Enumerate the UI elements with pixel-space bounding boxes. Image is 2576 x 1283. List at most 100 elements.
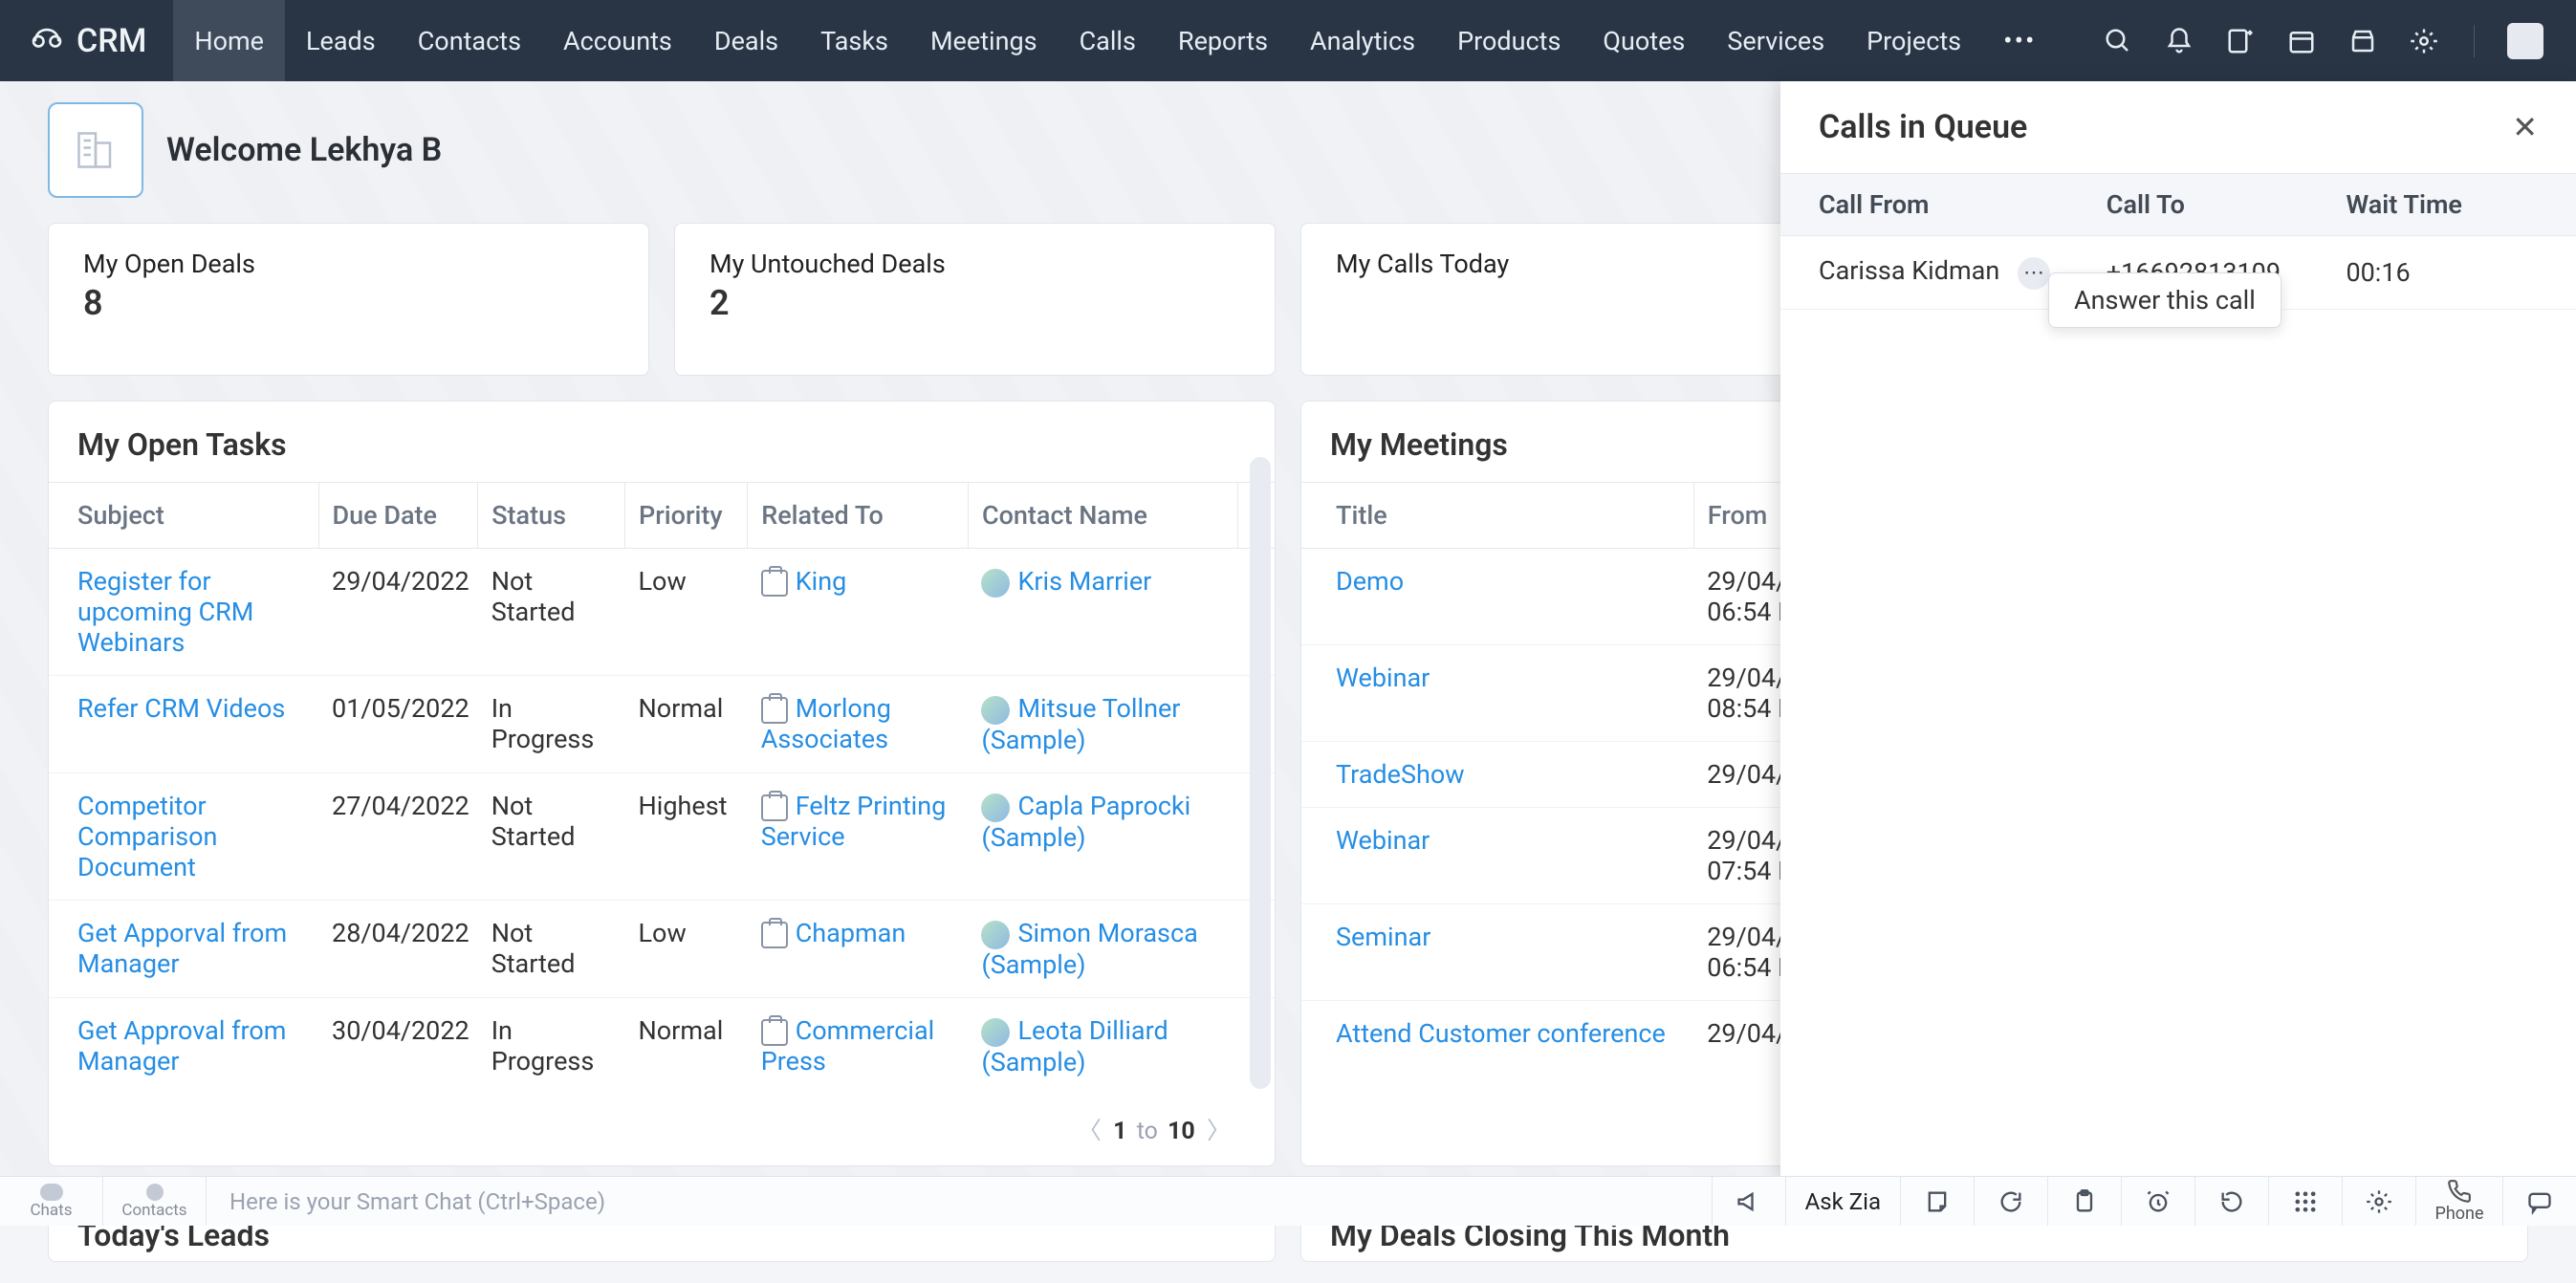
task-subject-link[interactable]: Register for upcoming CRM Webinars [77,566,253,658]
task-related: Morlong Associates [748,676,969,773]
contact-link[interactable]: Simon Morasca (Sample) [981,918,1197,980]
th-priority[interactable]: Priority [625,483,748,549]
nav-right [2101,23,2576,59]
task-priority: Normal [625,676,748,773]
nav-item-projects[interactable]: Projects [1845,0,1982,81]
th-related[interactable]: Related To [748,483,969,549]
qh-to: Call To [2107,189,2347,220]
related-link[interactable]: King [796,566,847,597]
refresh-icon[interactable] [1975,1177,2047,1226]
nav-item-contacts[interactable]: Contacts [397,0,542,81]
meeting-title-link[interactable]: Seminar [1336,922,1430,952]
task-subject-link[interactable]: Competitor Comparison Document [77,791,217,882]
meeting-title-link[interactable]: Webinar [1336,663,1430,693]
meeting-title-link[interactable]: Attend Customer conference [1336,1018,1666,1049]
account-icon [761,794,788,821]
nav-item-leads[interactable]: Leads [285,0,397,81]
alarm-icon[interactable] [2122,1177,2194,1226]
task-priority: Highest [625,772,748,900]
nav-overflow-button[interactable]: ••• [1982,0,2057,81]
table-row[interactable]: Refer CRM Videos01/05/2022In ProgressNor… [49,676,1275,773]
scrollbar[interactable] [1250,457,1271,1089]
table-row[interactable]: Get Approval from Manager 30/04/2022In Pr… [49,997,1275,1094]
apps-grid-icon[interactable] [2269,1177,2342,1226]
profile-avatar[interactable] [2507,23,2543,59]
close-icon[interactable]: ✕ [2512,109,2538,145]
table-row[interactable]: Competitor Comparison Document27/04/2022… [49,772,1275,900]
ask-zia-button[interactable]: Ask Zia [1786,1188,1900,1215]
table-row[interactable]: Register for upcoming CRM Webinars29/04/… [49,549,1275,676]
th-meet-title[interactable]: Title [1301,483,1693,549]
th-subject[interactable]: Subject [49,483,318,549]
th-due[interactable]: Due Date [318,483,478,549]
nav-item-quotes[interactable]: Quotes [1582,0,1706,81]
contact-link[interactable]: Kris Marrier [1017,566,1151,597]
stat-untouched-deals[interactable]: My Untouched Deals 2 [674,223,1276,376]
task-subject-link[interactable]: Refer CRM Videos [77,693,285,724]
pager: 〈 1 to 10 〉 [49,1095,1275,1146]
th-contact[interactable]: Contact Name [968,483,1237,549]
tasks-panel: My Open Tasks Subject Due Date Status Pr… [48,401,1276,1166]
account-icon [761,922,788,948]
task-due: 30/04/2022 [318,997,478,1094]
nav-item-products[interactable]: Products [1436,0,1582,81]
phone-button[interactable]: Phone [2416,1179,2502,1224]
company-icon [48,102,143,198]
task-subject-link[interactable]: Get Apporval from Manager [77,918,287,979]
dock-tab-contacts[interactable]: Contacts [103,1177,207,1226]
dock-gear-icon[interactable] [2343,1177,2415,1226]
qh-from: Call From [1819,189,2107,220]
smart-chat-input[interactable]: Here is your Smart Chat (Ctrl+Space) [207,1177,1712,1226]
bell-icon[interactable] [2162,24,2196,58]
chat-bubble-icon[interactable] [2503,1177,2576,1226]
stat-value: 8 [83,283,614,323]
task-contact: Leota Dilliard (Sample) [968,997,1237,1094]
calendar-icon[interactable] [2284,24,2319,58]
th-status[interactable]: Status [478,483,625,549]
table-row[interactable]: Get Apporval from Manager28/04/2022Not S… [49,900,1275,997]
add-icon[interactable] [2223,24,2258,58]
meeting-title-link[interactable]: Webinar [1336,825,1430,856]
stat-open-deals[interactable]: My Open Deals 8 [48,223,649,376]
nav-item-services[interactable]: Services [1706,0,1845,81]
search-icon[interactable] [2101,24,2135,58]
contact-link[interactable]: Capla Paprocki (Sample) [981,791,1190,853]
dock-right: Ask Zia Phone [1712,1177,2576,1226]
clipboard-icon[interactable] [2048,1177,2121,1226]
meeting-title-link[interactable]: TradeShow [1336,759,1465,790]
queue-row-actions-button[interactable]: ⋯ [2018,257,2050,290]
nav-items: Home Leads Contacts Accounts Deals Tasks… [173,0,2057,81]
marketplace-icon[interactable] [2346,24,2380,58]
contact-link[interactable]: Mitsue Tollner (Sample) [981,693,1180,755]
dock-tab-chats[interactable]: Chats [0,1177,103,1226]
sticky-note-icon[interactable] [1901,1177,1974,1226]
account-icon [761,1019,788,1046]
nav-item-tasks[interactable]: Tasks [799,0,909,81]
nav-item-calls[interactable]: Calls [1059,0,1157,81]
contact-link[interactable]: Leota Dilliard (Sample) [981,1015,1168,1077]
task-priority: Low [625,900,748,997]
related-link[interactable]: Feltz Printing Service [761,791,947,852]
stat-title: My Open Deals [83,249,614,279]
meeting-title-link[interactable]: Demo [1336,566,1404,597]
announce-icon[interactable] [1713,1177,1785,1226]
task-status: In Progress [478,997,625,1094]
task-related: Chapman [748,900,969,997]
pager-prev-icon[interactable]: 〈 [1072,1118,1107,1145]
related-link[interactable]: Chapman [796,918,906,948]
task-contact: Mitsue Tollner (Sample) [968,676,1237,773]
history-icon[interactable] [2195,1177,2268,1226]
answer-call-tooltip[interactable]: Answer this call [2048,272,2281,328]
brand[interactable]: CRM [0,16,173,65]
task-subject-link[interactable]: Get Approval from Manager [77,1015,286,1076]
nav-item-home[interactable]: Home [173,0,285,81]
nav-item-reports[interactable]: Reports [1157,0,1289,81]
pager-next-icon[interactable]: 〉 [1201,1118,1236,1145]
nav-item-analytics[interactable]: Analytics [1289,0,1436,81]
gear-icon[interactable] [2407,24,2441,58]
pager-sep: to [1133,1118,1162,1145]
queue-title: Calls in Queue [1819,108,2027,146]
nav-item-accounts[interactable]: Accounts [542,0,693,81]
nav-item-meetings[interactable]: Meetings [909,0,1059,81]
nav-item-deals[interactable]: Deals [693,0,799,81]
